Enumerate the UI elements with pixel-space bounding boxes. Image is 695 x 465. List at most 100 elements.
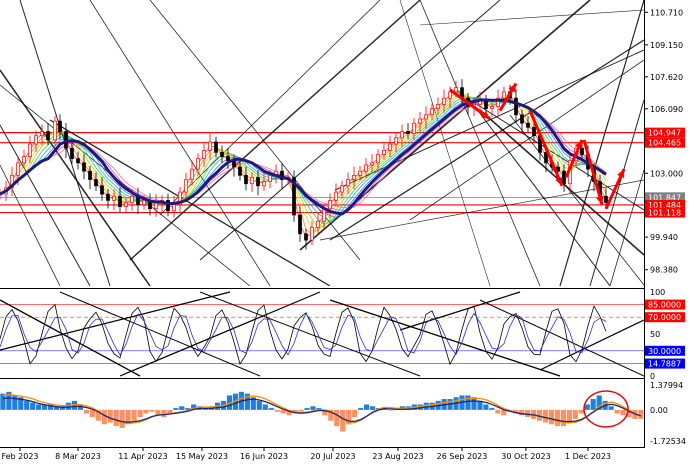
histogram-bar[interactable]: [387, 409, 394, 411]
candle[interactable]: [130, 195, 134, 203]
candle[interactable]: [352, 175, 356, 180]
histogram-bar[interactable]: [101, 409, 107, 425]
candle[interactable]: [502, 91, 506, 99]
candle[interactable]: [418, 118, 422, 124]
histogram-bar[interactable]: [161, 409, 167, 418]
histogram-bar[interactable]: [358, 408, 364, 410]
histogram-bar[interactable]: [268, 408, 274, 410]
candle[interactable]: [28, 143, 32, 157]
histogram-bar[interactable]: [548, 409, 555, 425]
candle[interactable]: [244, 175, 248, 185]
candle[interactable]: [100, 185, 104, 195]
histogram-bar[interactable]: [12, 395, 18, 410]
histogram-bar[interactable]: [36, 404, 42, 410]
histogram-bar[interactable]: [143, 409, 149, 414]
histogram-bar[interactable]: [483, 404, 489, 410]
histogram-bar[interactable]: [620, 409, 626, 416]
candle[interactable]: [214, 141, 218, 153]
candle[interactable]: [394, 137, 398, 145]
histogram-bar[interactable]: [89, 409, 95, 418]
histogram-bar[interactable]: [542, 409, 549, 423]
histogram-bar[interactable]: [179, 406, 185, 410]
histogram-bar[interactable]: [608, 406, 614, 410]
candle[interactable]: [250, 177, 254, 185]
candle[interactable]: [340, 185, 344, 193]
candle[interactable]: [76, 158, 80, 164]
candle[interactable]: [382, 149, 386, 155]
histogram-bar[interactable]: [578, 409, 584, 414]
candle[interactable]: [604, 195, 608, 203]
candle[interactable]: [112, 195, 116, 201]
candle[interactable]: [376, 154, 380, 164]
candle[interactable]: [196, 158, 200, 170]
candle[interactable]: [53, 120, 57, 141]
candle[interactable]: [490, 106, 494, 109]
candle[interactable]: [412, 122, 416, 134]
histogram-bar[interactable]: [364, 404, 370, 410]
candle[interactable]: [328, 200, 332, 210]
candle[interactable]: [82, 162, 86, 172]
histogram-bar[interactable]: [137, 409, 143, 418]
candle[interactable]: [118, 195, 122, 208]
candle[interactable]: [448, 91, 452, 99]
candle[interactable]: [322, 208, 326, 222]
candle[interactable]: [310, 227, 314, 241]
histogram-bar[interactable]: [0, 393, 6, 410]
candle[interactable]: [358, 170, 362, 176]
candle[interactable]: [304, 233, 308, 241]
candle[interactable]: [190, 168, 194, 180]
histogram-bar[interactable]: [352, 409, 358, 418]
histogram-bar[interactable]: [572, 409, 578, 419]
histogram-bar[interactable]: [334, 409, 340, 427]
histogram-bar[interactable]: [310, 406, 316, 410]
histogram-bar[interactable]: [614, 409, 620, 414]
candle[interactable]: [256, 177, 260, 187]
candle[interactable]: [370, 162, 374, 166]
histogram-bar[interactable]: [113, 409, 119, 427]
histogram-bar[interactable]: [149, 409, 155, 412]
histogram-bar[interactable]: [465, 395, 471, 410]
histogram-bar[interactable]: [560, 409, 566, 427]
candle[interactable]: [430, 108, 434, 116]
candle[interactable]: [454, 87, 458, 93]
candle[interactable]: [268, 175, 272, 182]
histogram-bar[interactable]: [298, 409, 304, 412]
histogram-bar[interactable]: [370, 406, 376, 410]
candle[interactable]: [316, 220, 320, 228]
histogram-bar[interactable]: [107, 409, 113, 423]
candle[interactable]: [40, 131, 44, 137]
candle[interactable]: [442, 97, 446, 105]
candle[interactable]: [58, 120, 62, 132]
candle[interactable]: [562, 170, 566, 185]
candle[interactable]: [262, 181, 266, 187]
candle[interactable]: [226, 156, 230, 162]
candle[interactable]: [406, 131, 410, 134]
candle[interactable]: [16, 162, 20, 176]
histogram-bar[interactable]: [495, 409, 501, 414]
histogram-bar[interactable]: [83, 409, 89, 414]
candle[interactable]: [22, 156, 26, 164]
candle[interactable]: [580, 147, 584, 155]
candle[interactable]: [46, 131, 50, 141]
candle[interactable]: [124, 202, 128, 208]
histogram-bar[interactable]: [304, 408, 310, 410]
candle[interactable]: [388, 143, 392, 151]
candle[interactable]: [202, 149, 206, 160]
candle[interactable]: [298, 214, 302, 235]
candle[interactable]: [514, 97, 518, 116]
candle[interactable]: [526, 122, 530, 128]
histogram-bar[interactable]: [24, 400, 30, 410]
histogram-bar[interactable]: [262, 404, 268, 410]
candle[interactable]: [184, 179, 188, 193]
histogram-bar[interactable]: [554, 409, 561, 427]
candle[interactable]: [400, 131, 404, 139]
candle[interactable]: [532, 126, 536, 137]
histogram-bar[interactable]: [131, 409, 137, 421]
histogram-bar[interactable]: [30, 402, 36, 410]
candle[interactable]: [106, 193, 110, 201]
candle[interactable]: [94, 179, 98, 187]
histogram-bar[interactable]: [584, 404, 590, 410]
candle[interactable]: [334, 191, 338, 201]
candle[interactable]: [346, 179, 350, 187]
candle[interactable]: [424, 114, 428, 120]
